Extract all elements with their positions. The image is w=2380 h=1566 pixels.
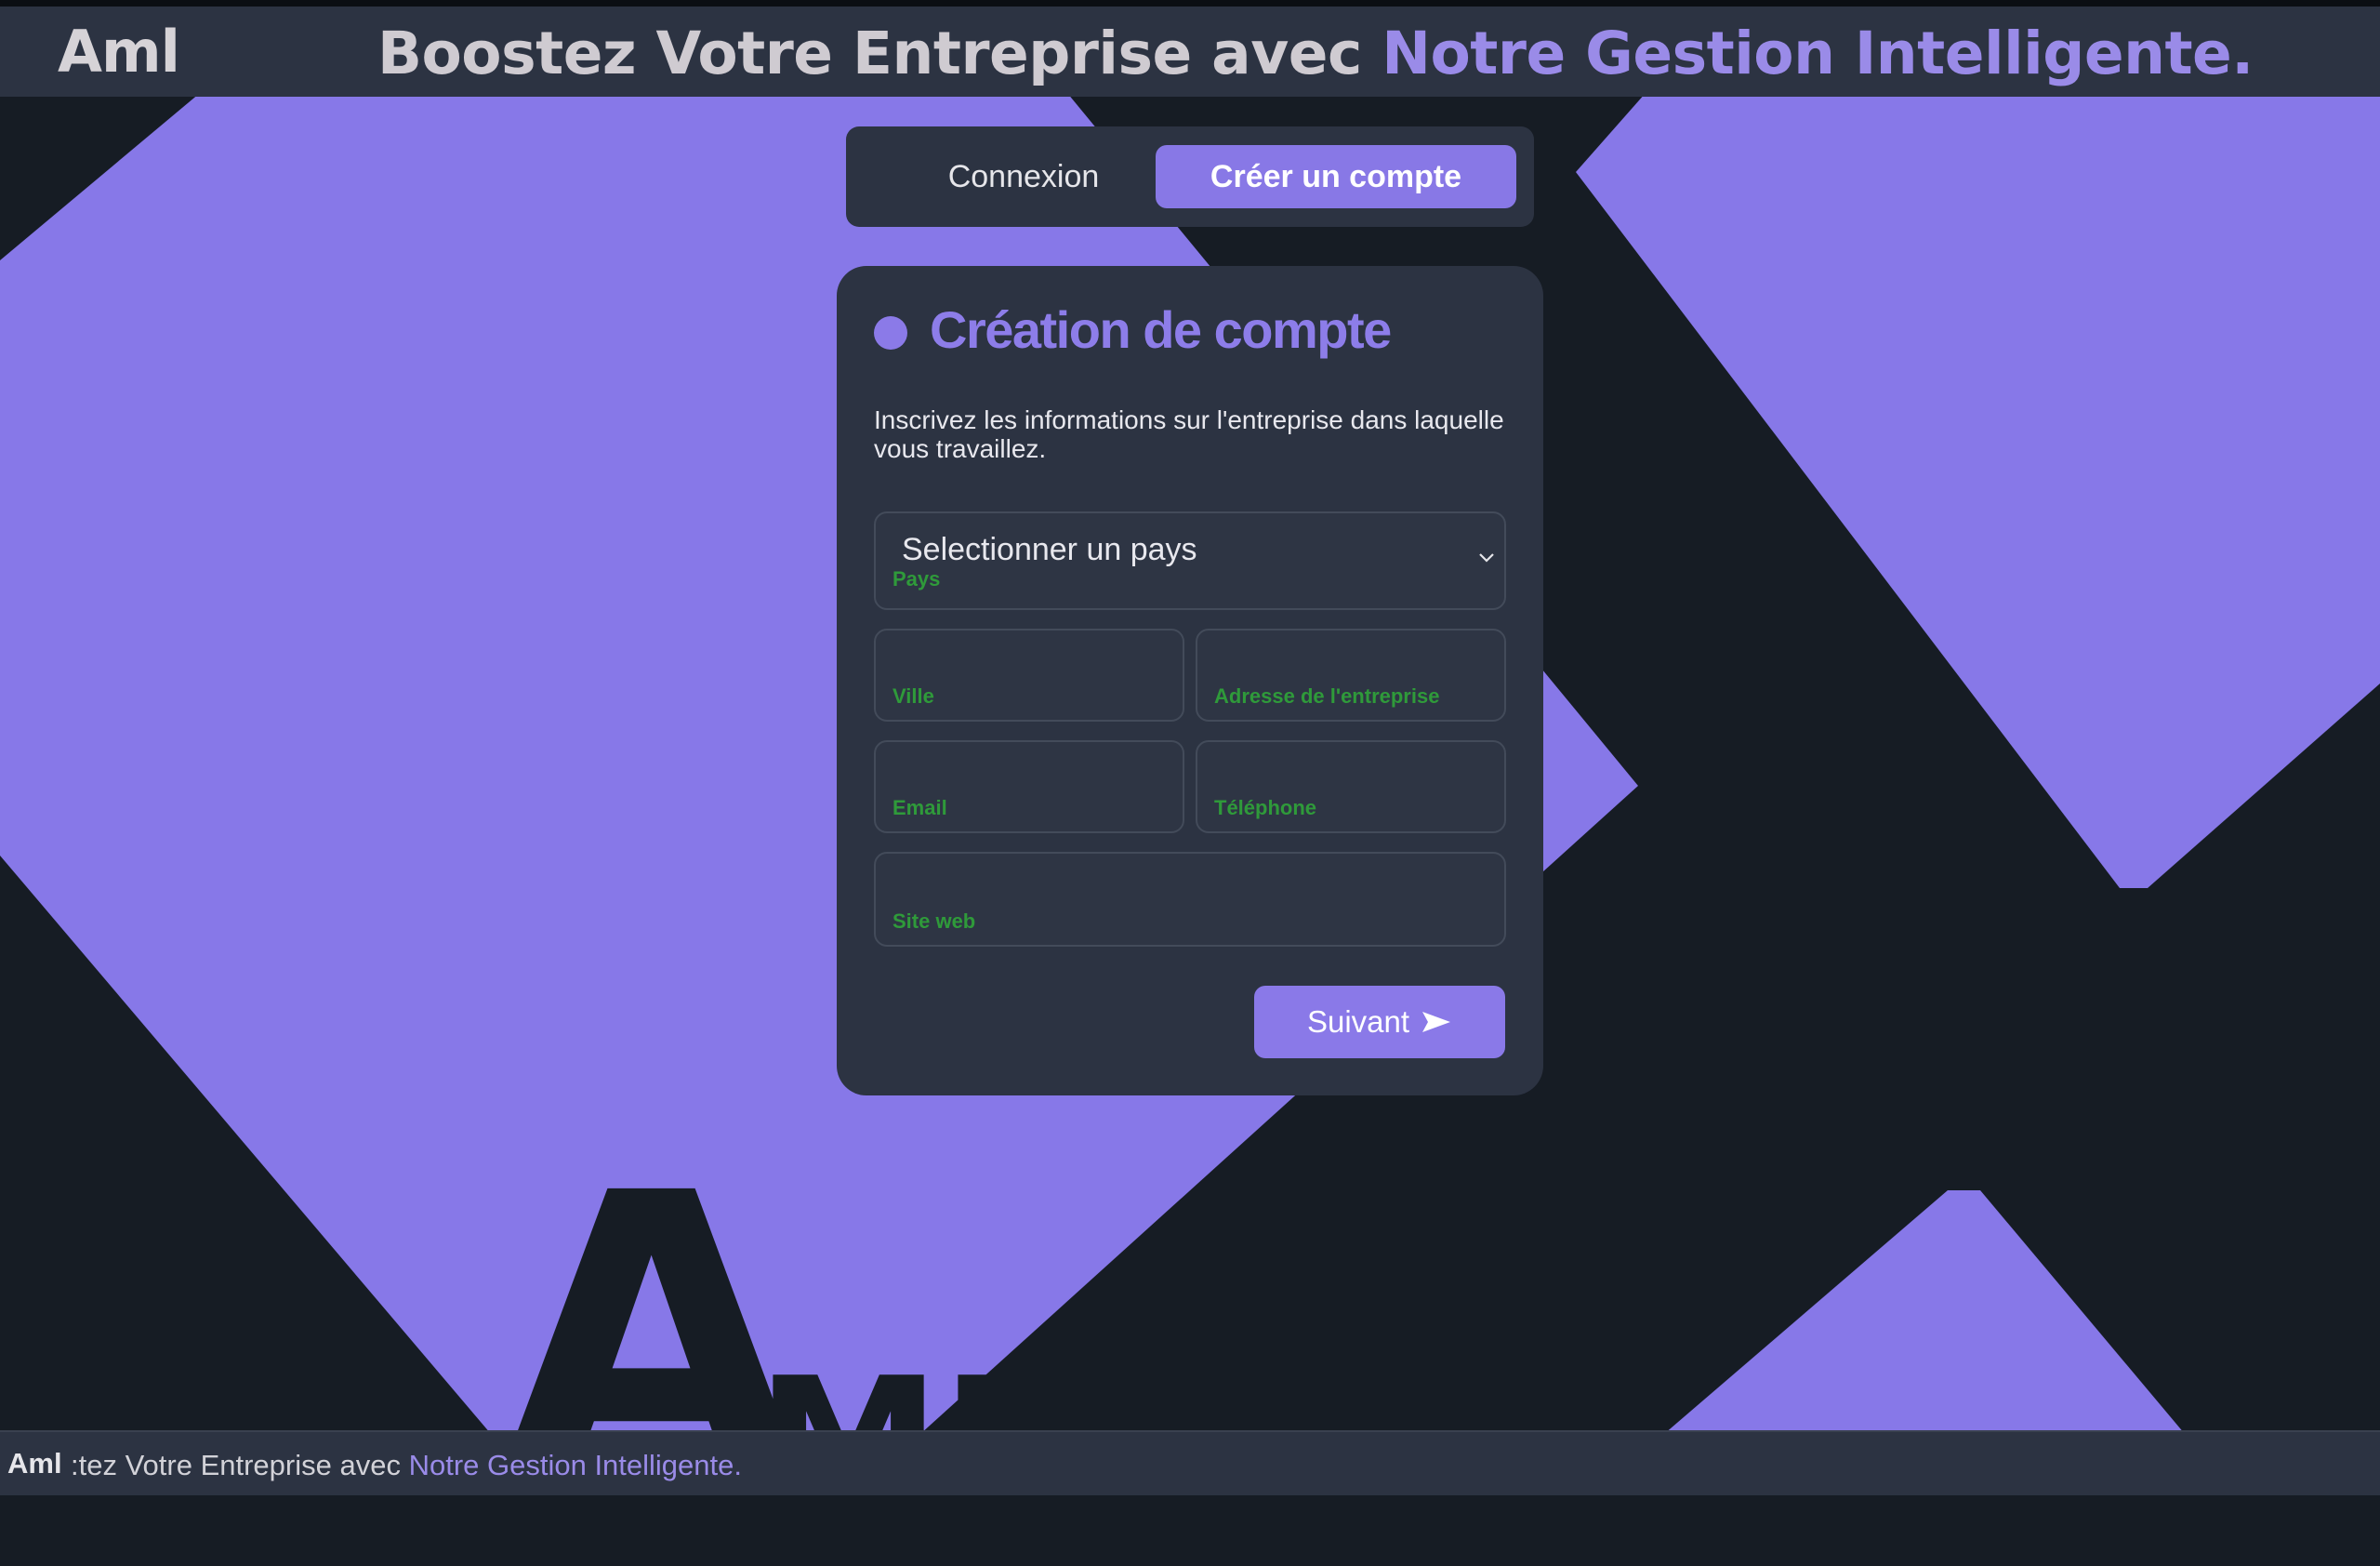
account-creation-card: Création de compte Inscrivez les informa…	[837, 266, 1543, 1095]
email-input[interactable]: Email	[874, 740, 1184, 833]
website-input[interactable]: Site web	[874, 852, 1506, 947]
footer-text-accent: Notre Gestion Intelligente.	[408, 1449, 743, 1481]
next-button-label: Suivant	[1306, 1004, 1410, 1039]
address-field-label: Adresse de l'entreprise	[1214, 684, 1440, 708]
auth-tabs: Connexion Créer un compte	[846, 126, 1534, 227]
bg-shape-bottom-right	[1664, 1190, 2185, 1434]
city-field-label: Ville	[892, 684, 934, 708]
header-headline: Boostez Votre Entreprise avec Notre Gest…	[377, 20, 2254, 87]
card-description: Inscrivez les informations sur l'entrepr…	[874, 405, 1504, 463]
background-logo-letter: A	[500, 1111, 802, 1566]
bg-shape-right	[1576, 93, 2380, 888]
email-field-label: Email	[892, 796, 947, 819]
city-input[interactable]: Ville	[874, 629, 1184, 722]
company-address-input[interactable]: Adresse de l'entreprise	[1196, 629, 1506, 722]
chevron-down-icon	[1479, 553, 1494, 563]
tab-login[interactable]: Connexion	[861, 145, 1186, 208]
website-field-label: Site web	[892, 909, 976, 933]
phone-input[interactable]: Téléphone	[1196, 740, 1506, 833]
headline-plain: Boostez Votre Entreprise avec	[377, 20, 1382, 87]
top-header: Aml Boostez Votre Entreprise avec Notre …	[0, 0, 2380, 97]
country-select-value: Selectionner un pays	[902, 532, 1197, 567]
headline-accent: Notre Gestion Intelligente.	[1382, 20, 2254, 87]
country-select[interactable]: Selectionner un pays Pays	[874, 511, 1506, 610]
card-title: Création de compte	[930, 300, 1392, 359]
footer-text-plain: :tez Votre Entreprise avec	[71, 1449, 409, 1481]
bottom-bar: Aml :tez Votre Entreprise avec Notre Ges…	[0, 1430, 2380, 1495]
phone-field-label: Téléphone	[1214, 796, 1317, 819]
brand-logo[interactable]: Aml	[58, 18, 180, 86]
footer-text: :tez Votre Entreprise avec Notre Gestion…	[71, 1449, 742, 1482]
bullet-dot-icon	[874, 316, 907, 350]
send-arrow-icon	[1422, 1012, 1451, 1032]
footer-brand[interactable]: Aml	[7, 1447, 62, 1480]
country-field-label: Pays	[892, 567, 941, 591]
tab-create-account[interactable]: Créer un compte	[1156, 145, 1516, 208]
next-button[interactable]: Suivant	[1254, 986, 1505, 1058]
